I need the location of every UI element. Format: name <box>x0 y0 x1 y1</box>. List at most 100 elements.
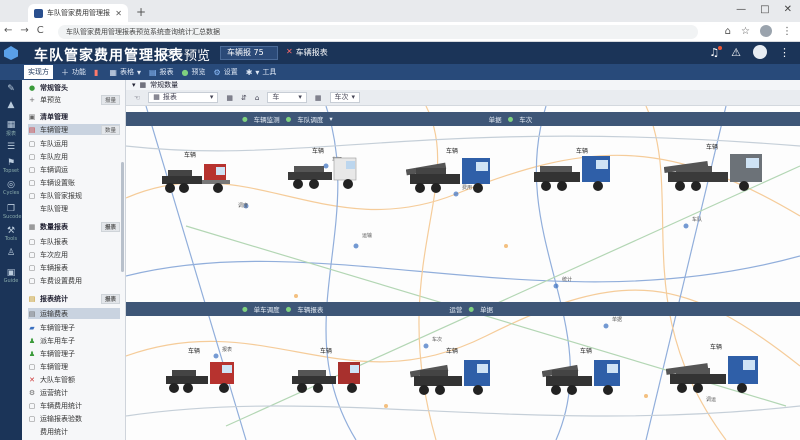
arrow-icon[interactable]: ⇵ <box>241 94 247 102</box>
refresh-icon[interactable]: ⟳ <box>164 46 174 60</box>
side-section-header[interactable]: ▦ 数量报表 报表 <box>28 221 120 232</box>
flag-icon[interactable]: ⚑ Topset <box>3 158 19 174</box>
toolbar-item-settings[interactable]: ⚙ 设置 <box>214 67 238 77</box>
side-section-header[interactable]: ▣ 清单管理 <box>28 111 120 122</box>
side-item[interactable]: ⚙ 运营统计 <box>28 387 120 398</box>
side-item[interactable]: ▢ 车次应用 <box>28 249 120 260</box>
side-item[interactable]: + 单预览 报量 <box>28 94 120 105</box>
side-item[interactable]: 车队管理 <box>28 203 120 214</box>
star-icon[interactable]: ☆ <box>741 26 750 37</box>
truck-blue-icon[interactable] <box>406 154 502 198</box>
check-icon: ● <box>181 67 189 77</box>
chevron-down-icon[interactable]: ▾ <box>329 115 332 123</box>
side-item[interactable]: ♟ 派车用车子 <box>28 335 120 346</box>
copy-icon[interactable]: ❐ Sucode <box>3 204 21 220</box>
chevron-down-icon: ▾ <box>136 67 141 77</box>
warning-icon[interactable]: ▲ <box>3 100 19 110</box>
person-icon[interactable]: ♙ <box>3 248 19 258</box>
new-tab-button[interactable]: + <box>136 5 146 19</box>
toolbar-item-grid[interactable]: ▦ 表格 ▾ <box>109 67 141 77</box>
close-window-button[interactable]: ✕ <box>784 4 792 15</box>
bell-icon[interactable]: ♫ <box>709 45 722 59</box>
side-item[interactable]: ▢ 车队运用 <box>28 138 120 149</box>
pencil-icon[interactable]: ✎ <box>3 84 19 94</box>
truck-red-icon[interactable] <box>162 356 246 398</box>
toolbar-item-chart[interactable]: ▮ <box>94 68 101 77</box>
side-item[interactable]: ▢ 车辆管理 <box>28 361 120 372</box>
side-label: 车辆报表 <box>40 263 68 272</box>
toolbar-item-home[interactable]: 实现方 <box>24 65 53 79</box>
browser-tab[interactable]: 车队管家费用管理报 Com.ed ✕ <box>28 4 128 22</box>
toolbar-item-doc[interactable]: ▤ 报表 <box>149 67 174 77</box>
cast-icon[interactable]: ⌂ <box>725 26 731 37</box>
truck-blue-icon[interactable] <box>532 154 618 198</box>
side-item[interactable]: ▢ 车队管家报规 <box>28 190 120 201</box>
band-label[interactable]: 单据 <box>480 304 493 314</box>
side-item[interactable]: ▢ 车队报表 <box>28 236 120 247</box>
target-icon[interactable]: ◎ Cycles <box>3 180 19 196</box>
band-label[interactable]: 单车调度 <box>254 304 280 314</box>
side-item[interactable]: ▢ 运输报表验数 <box>28 413 120 424</box>
side-item[interactable]: ▰ 车辆管理子 <box>28 322 120 333</box>
side-item[interactable]: ♟ 车辆管理子 <box>28 348 120 359</box>
toolbar-item-preview[interactable]: ● 预览 <box>182 67 206 77</box>
toolbar-item-tools[interactable]: ✱ ▾ 工具 <box>246 67 277 77</box>
side-item[interactable]: ▢ 车辆设置账 <box>28 177 120 188</box>
url-input[interactable]: 车队管家费用管理报表预览系统查询统计汇总数据 <box>58 25 698 39</box>
more-icon[interactable]: ⋮ <box>779 46 790 59</box>
side-item[interactable]: ▢ 车辆报表 <box>28 262 120 273</box>
list-icon[interactable]: ☰ <box>3 142 19 152</box>
side-item[interactable]: ▢ 车辆费用统计 <box>28 400 120 411</box>
filter-select[interactable]: 车 ▾ <box>267 92 307 103</box>
truck-blue-icon[interactable] <box>666 352 770 400</box>
truck-red-icon[interactable] <box>158 158 238 198</box>
side-item[interactable]: ▢ 车队应用 <box>28 151 120 162</box>
band-label[interactable]: 车队调度 <box>297 114 323 124</box>
side-scrollbar[interactable] <box>121 162 124 272</box>
side-item[interactable]: 费用统计 <box>28 426 120 437</box>
side-item[interactable]: ▢ 车辆调运 <box>28 164 120 175</box>
home-icon[interactable]: ⌂ <box>255 94 259 102</box>
user-avatar[interactable] <box>753 45 767 59</box>
report-close[interactable]: ✕ 车辆报表 <box>286 47 328 58</box>
band-label[interactable]: 车辆报表 <box>297 304 323 314</box>
warning-icon[interactable]: ⚠ <box>731 46 741 59</box>
toolbar-item-add[interactable]: ＋功能 <box>61 67 86 78</box>
grid-icon[interactable]: ▦ <box>226 94 233 102</box>
box-icon[interactable]: ▣ Guide <box>3 268 19 284</box>
side-section-header[interactable]: ● 常规管头 <box>28 82 120 93</box>
close-icon[interactable]: ✕ <box>286 47 293 58</box>
hand-icon[interactable]: ☜ <box>134 94 140 102</box>
band-label[interactable]: 车辆监测 <box>254 114 280 124</box>
chevron-down-icon[interactable]: ▾ <box>132 81 136 89</box>
band-label[interactable]: 单据 <box>489 114 502 124</box>
menu-icon[interactable]: ⋮ <box>782 26 792 37</box>
close-tab-icon[interactable]: ✕ <box>115 9 122 18</box>
profile-avatar[interactable] <box>760 25 772 37</box>
filter-select[interactable]: ▦ 报表 ▾ <box>148 92 219 103</box>
tools-icon[interactable]: ⚒ Tools <box>3 226 19 242</box>
minimize-button[interactable]: — <box>736 4 746 15</box>
truck-gray-icon[interactable] <box>664 150 772 198</box>
truck-blue-icon[interactable] <box>542 356 628 400</box>
back-button[interactable]: ← <box>4 25 12 36</box>
forward-button[interactable]: → <box>20 25 28 36</box>
filter-select[interactable]: 车次 ▾ <box>329 92 361 103</box>
band-label[interactable]: 运营 <box>449 304 462 314</box>
side-item[interactable]: ▢ 车费设置费用 <box>28 275 120 286</box>
report-select[interactable]: 车辆报 75 <box>220 46 278 60</box>
side-item-selected[interactable]: ▤ 车辆管理 数量 <box>28 124 120 135</box>
truck-red-icon[interactable] <box>290 358 370 398</box>
side-item[interactable]: ✕ 大队车管额 <box>28 374 120 385</box>
truck-blue-icon[interactable] <box>410 356 500 400</box>
grid-icon[interactable]: ▦ <box>315 94 322 102</box>
doc-icon: ▤ <box>148 67 157 77</box>
doc-icon: ▢ <box>28 178 36 187</box>
table-icon[interactable]: ▦ 报表 <box>3 120 19 137</box>
band-label[interactable]: 车次 <box>519 114 532 124</box>
side-item-selected[interactable]: ▤ 运输费表 <box>28 308 120 319</box>
maximize-button[interactable]: □ <box>760 4 769 15</box>
side-section-header[interactable]: ▤ 报表统计 报表 <box>28 293 120 304</box>
truck-white-icon[interactable] <box>286 154 366 194</box>
reload-button[interactable]: C <box>37 25 44 36</box>
